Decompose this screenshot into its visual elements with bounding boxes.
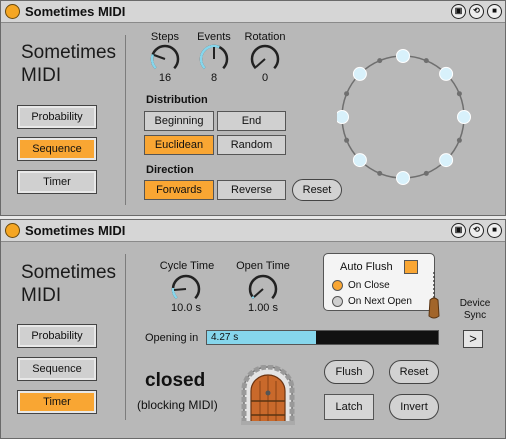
mode-probability-button[interactable]: Probability xyxy=(17,324,97,348)
flush-button[interactable]: Flush xyxy=(324,360,374,384)
step-inactive xyxy=(344,137,350,143)
step-active xyxy=(457,110,471,124)
distribution-euclidean-button[interactable]: Euclidean xyxy=(144,135,214,155)
cycle-time-knob[interactable] xyxy=(170,273,202,305)
step-inactive xyxy=(456,137,462,143)
device-name-line2: MIDI xyxy=(21,65,62,86)
sequence-device-panel: Sometimes MIDI ▣ ⟲ ■ Sometimes MIDI Prob… xyxy=(0,0,506,216)
step-inactive xyxy=(377,58,383,64)
distribution-beginning-button[interactable]: Beginning xyxy=(144,111,214,131)
device-power-toggle[interactable] xyxy=(5,223,20,238)
mode-probability-button[interactable]: Probability xyxy=(17,105,97,129)
gate-state-text: closed xyxy=(145,370,206,391)
open-time-label: Open Time xyxy=(236,260,290,272)
device-title-bar[interactable]: Sometimes MIDI ▣ ⟲ ■ xyxy=(1,220,505,242)
timer-device-panel: Sometimes MIDI ▣ ⟲ ■ Sometimes MIDI Prob… xyxy=(0,219,506,439)
auto-flush-box: Auto Flush On Close On Next Open xyxy=(323,253,440,319)
device-name-line1: Sometimes xyxy=(21,262,117,283)
step-active xyxy=(439,66,454,81)
chain-pull-icon xyxy=(428,272,440,319)
direction-label: Direction xyxy=(146,164,194,176)
opening-in-label: Opening in xyxy=(145,332,199,344)
save-preset-icon[interactable]: ▣ xyxy=(451,4,466,19)
device-save-icon[interactable]: ■ xyxy=(487,4,502,19)
device-name-line2: MIDI xyxy=(21,285,62,306)
invert-button[interactable]: Invert xyxy=(389,394,439,420)
open-time-knob[interactable] xyxy=(247,273,279,305)
euclidean-step-ring xyxy=(337,49,471,185)
events-knob[interactable] xyxy=(198,43,230,75)
door-icon xyxy=(241,365,295,425)
step-active xyxy=(396,49,410,63)
device-sync-button[interactable]: > xyxy=(463,330,483,348)
panel-divider xyxy=(125,35,126,205)
steps-knob[interactable] xyxy=(149,43,181,75)
step-inactive xyxy=(456,91,462,97)
device-title-bar[interactable]: Sometimes MIDI ▣ ⟲ ■ xyxy=(1,1,505,23)
mode-sequence-button[interactable]: Sequence xyxy=(17,137,97,161)
device-name-line1: Sometimes xyxy=(21,42,117,63)
rotation-knob-label: Rotation xyxy=(244,31,286,43)
step-active xyxy=(439,153,454,168)
cycle-time-value: 10.0 s xyxy=(171,302,201,314)
step-inactive xyxy=(377,170,383,176)
opening-progress-bar: 4.27 s xyxy=(206,330,439,345)
auto-flush-toggle[interactable] xyxy=(404,260,418,274)
save-preset-icon[interactable]: ▣ xyxy=(451,223,466,238)
device-power-toggle[interactable] xyxy=(5,4,20,19)
step-active xyxy=(352,153,367,168)
gate-state-subtext: (blocking MIDI) xyxy=(137,398,218,412)
hot-swap-icon[interactable]: ⟲ xyxy=(469,4,484,19)
step-inactive xyxy=(344,91,350,97)
on-close-label: On Close xyxy=(348,280,390,291)
reset-button[interactable]: Reset xyxy=(292,179,342,201)
distribution-end-button[interactable]: End xyxy=(217,111,286,131)
device-save-icon[interactable]: ■ xyxy=(487,223,502,238)
on-next-open-label: On Next Open xyxy=(348,296,412,307)
mode-timer-button[interactable]: Timer xyxy=(17,390,97,414)
on-next-open-radio[interactable] xyxy=(332,296,343,307)
distribution-random-button[interactable]: Random xyxy=(217,135,286,155)
on-close-radio[interactable] xyxy=(332,280,343,291)
direction-forwards-button[interactable]: Forwards xyxy=(144,180,214,200)
step-active xyxy=(352,66,367,81)
direction-reverse-button[interactable]: Reverse xyxy=(217,180,286,200)
step-inactive xyxy=(423,58,429,64)
auto-flush-label: Auto Flush xyxy=(340,261,393,273)
device-title: Sometimes MIDI xyxy=(25,4,126,19)
cycle-time-label: Cycle Time xyxy=(159,260,215,272)
device-sync-label: Device Sync xyxy=(459,298,491,321)
reset-button[interactable]: Reset xyxy=(389,360,439,384)
mode-timer-button[interactable]: Timer xyxy=(17,170,97,194)
device-title: Sometimes MIDI xyxy=(25,223,126,238)
open-time-value: 1.00 s xyxy=(248,302,278,314)
hot-swap-icon[interactable]: ⟲ xyxy=(469,223,484,238)
rotation-value: 0 xyxy=(261,72,269,84)
step-active xyxy=(396,171,410,185)
step-inactive xyxy=(423,170,429,176)
distribution-label: Distribution xyxy=(146,94,208,106)
opening-progress-value: 4.27 s xyxy=(211,332,239,343)
rotation-knob[interactable] xyxy=(249,43,281,75)
mode-sequence-button[interactable]: Sequence xyxy=(17,357,97,381)
latch-button[interactable]: Latch xyxy=(324,394,374,420)
step-active xyxy=(337,110,349,124)
panel-divider xyxy=(125,254,126,420)
